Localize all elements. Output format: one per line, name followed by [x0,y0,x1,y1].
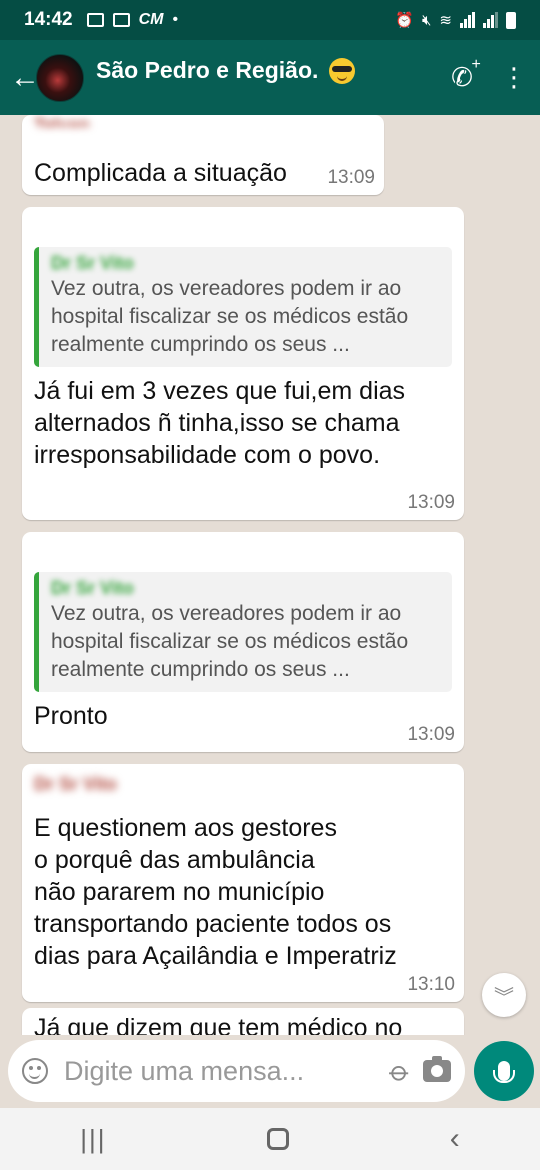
camera-icon[interactable] [423,1056,451,1082]
dot-icon: • [172,11,179,28]
add-call-icon: ✆ + [451,56,481,92]
quoted-message[interactable]: Dr Sr Vito Vez outra, os vereadores pode… [34,572,452,692]
mic-icon [493,1061,515,1083]
alarm-icon: ⏰ [395,12,414,29]
clock: 14:42 [24,9,73,30]
carrier-label: CM [138,11,164,28]
chat-header: ← São Pedro e Região. ✆ + ⋮ [0,40,540,115]
quoted-text: Vez outra, os vereadores podem ir ao hos… [51,277,409,356]
message-text: Já fui em 3 vezes que fui,em dias altern… [34,377,406,469]
quoted-text: Vez outra, os vereadores podem ir ao hos… [51,602,409,681]
message-text: Complicada a situação [34,159,287,187]
signal-2-icon [483,12,498,28]
composer: ⌀ [8,1040,465,1102]
message-sender: Telvan [34,115,90,127]
gallery-notification-icon [86,13,104,27]
message-bubble[interactable]: Dr Sr Vito Vez outra, os vereadores pode… [22,207,464,520]
more-vert-icon: ⋮ [501,62,527,92]
message-time: 13:09 [327,167,375,188]
emoji-icon[interactable] [22,1058,48,1084]
add-call-button[interactable]: ✆ + [436,56,488,93]
sunglasses-emoji-icon [328,58,355,85]
wifi-icon: ≋ [439,12,452,29]
message-sender [34,542,452,566]
message-sender: Dr Sr Vito [34,774,117,794]
quoted-author: Dr Sr Vito [51,253,134,273]
status-bar: 14:42 CM • ⏰ 🔇︎ ≋ [0,0,540,40]
back-arrow-icon[interactable]: ← [0,62,40,93]
system-nav-bar: ||| ‹ [0,1108,540,1170]
group-name: São Pedro e Região. [96,57,436,85]
double-chevron-down-icon: ︾ [494,986,514,1009]
back-icon[interactable]: ‹ [450,1122,460,1156]
paperclip-icon[interactable]: ⌀ [383,1053,418,1088]
message-bubble[interactable]: Já que dizem que tem médico no [22,1008,464,1035]
quoted-message[interactable]: Dr Sr Vito Vez outra, os vereadores pode… [34,247,452,367]
notification-icons: CM • [86,11,179,29]
message-text: E questionem aos gestores o porquê das a… [34,814,397,970]
group-avatar[interactable] [36,53,84,102]
quoted-author: Dr Sr Vito [51,578,134,598]
chat-title-block[interactable]: São Pedro e Região. [96,57,436,99]
more-options-button[interactable]: ⋮ [488,62,540,93]
message-text: Pronto [34,702,108,730]
battery-icon [506,11,516,29]
home-icon[interactable] [267,1128,290,1150]
message-time: 13:10 [407,974,455,995]
message-time: 13:09 [407,492,455,513]
mute-icon: 🔇︎ [421,11,432,29]
recent-apps-icon[interactable]: ||| [80,1124,106,1155]
message-bubble[interactable]: Dr Sr Vito Vez outra, os vereadores pode… [22,532,464,752]
message-time: 13:09 [407,724,455,745]
scroll-to-bottom-button[interactable]: ︾ [482,973,526,1017]
message-text: Já que dizem que tem médico no [34,1014,403,1035]
signal-1-icon [460,12,475,28]
group-subtitle [96,84,436,98]
message-input[interactable] [64,1055,385,1087]
system-icons: ⏰ 🔇︎ ≋ [395,11,516,29]
message-bubble[interactable]: Dr Sr Vito E questionem aos gestores o p… [22,764,464,1002]
voice-record-button[interactable] [474,1041,534,1101]
contact-card-notification-icon [112,13,130,27]
message-list[interactable]: Telvan Complicada a situação 13:09 Dr Sr… [0,115,540,1035]
message-sender [34,217,452,241]
message-bubble[interactable]: Telvan Complicada a situação 13:09 [22,115,384,195]
